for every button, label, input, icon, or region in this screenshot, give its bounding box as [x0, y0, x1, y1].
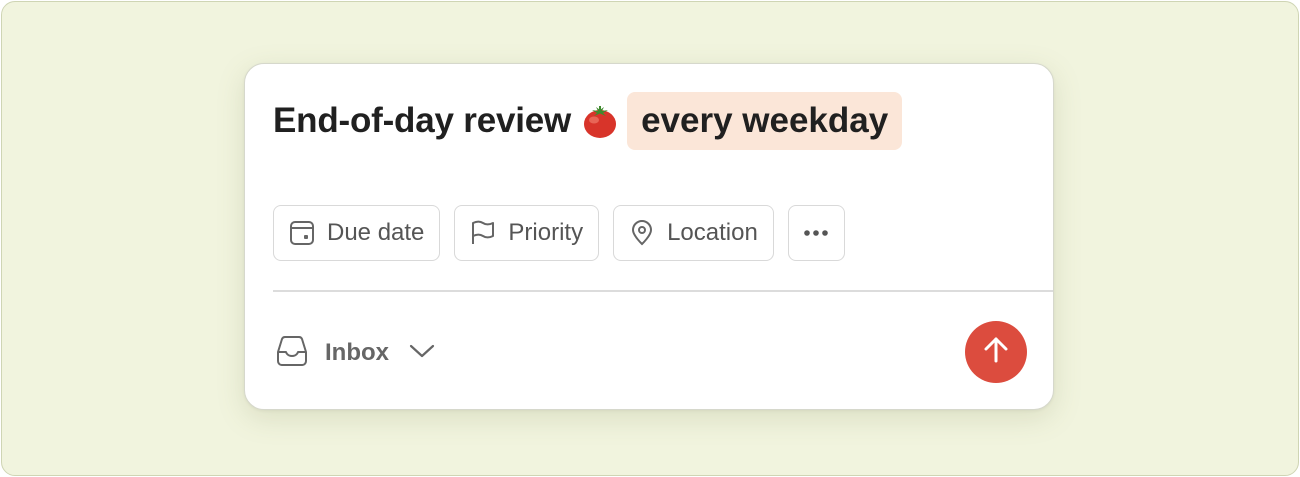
- tomato-icon: [581, 102, 619, 140]
- location-pin-icon: [629, 220, 655, 246]
- project-selector[interactable]: Inbox: [275, 328, 435, 378]
- priority-label: Priority: [508, 219, 584, 246]
- quick-add-task-card: End-of-day review every weekday Due date: [244, 63, 1054, 410]
- task-attribute-chips: Due date Priority Location: [273, 205, 845, 261]
- more-options-button[interactable]: [787, 205, 845, 261]
- more-horizontal-icon: [803, 229, 829, 237]
- location-label: Location: [667, 219, 758, 246]
- inbox-icon: [275, 335, 309, 372]
- priority-button[interactable]: Priority: [454, 205, 600, 261]
- calendar-icon: [289, 220, 315, 246]
- add-task-button[interactable]: [965, 321, 1027, 383]
- due-date-label: Due date: [327, 219, 425, 246]
- arrow-up-icon: [981, 335, 1011, 370]
- project-label: Inbox: [325, 339, 389, 366]
- recurrence-highlight[interactable]: every weekday: [627, 92, 903, 150]
- task-title: End-of-day review: [273, 101, 572, 140]
- flag-icon: [470, 220, 496, 246]
- location-button[interactable]: Location: [613, 205, 774, 261]
- task-name-input[interactable]: End-of-day review every weekday: [273, 92, 903, 150]
- due-date-button[interactable]: Due date: [273, 205, 441, 261]
- card-divider: [273, 290, 1053, 292]
- chevron-down-icon: [409, 343, 435, 364]
